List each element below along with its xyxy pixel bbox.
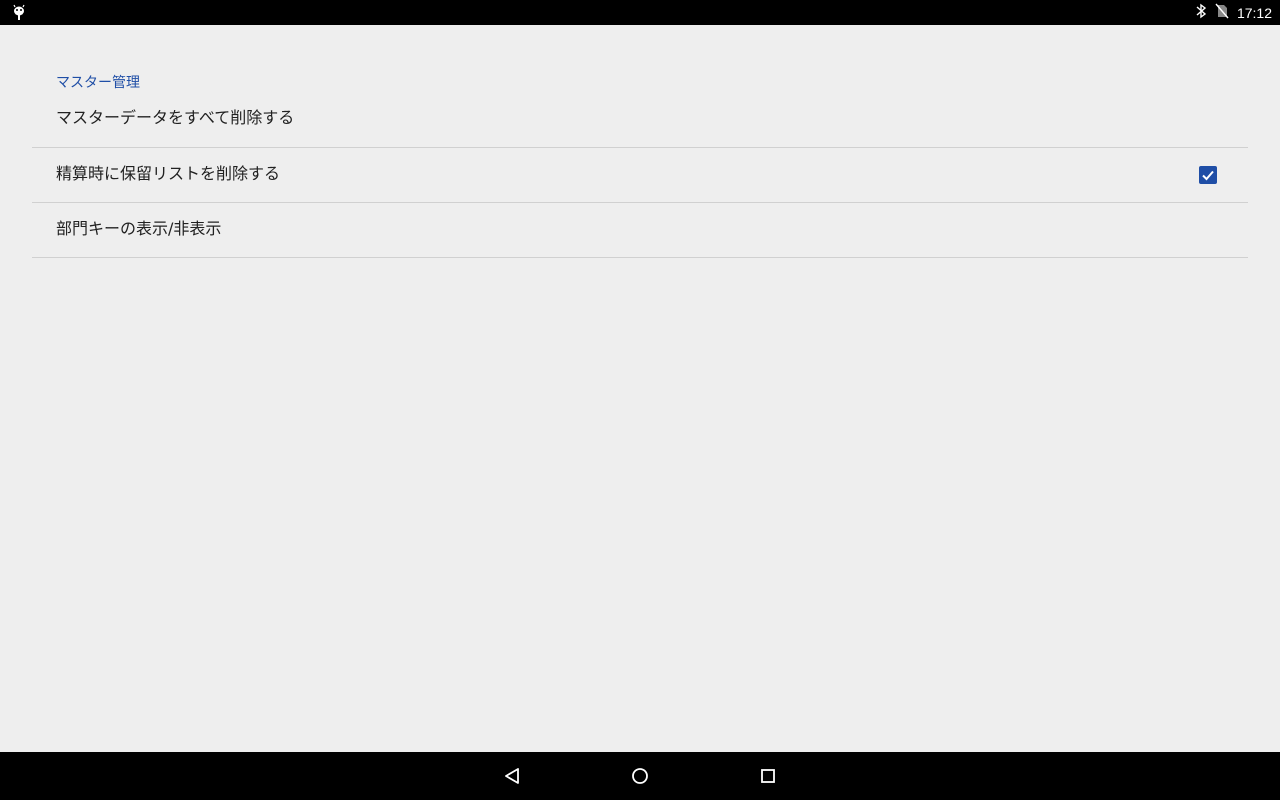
check-icon [1202,170,1214,181]
pref-delete-hold-list-on-checkout[interactable]: 精算時に保留リストを削除する [32,148,1248,202]
status-icons: 17:12 [1195,0,1272,25]
no-sim-icon [1215,3,1229,23]
category-title: マスター管理 [56,75,140,91]
recents-icon [761,769,775,783]
bluetooth-icon [1195,3,1207,23]
pref-label: 精算時に保留リストを削除する [56,164,281,183]
pref-label: マスターデータをすべて削除する [56,108,295,127]
home-icon [632,768,648,784]
home-button[interactable] [610,752,670,800]
pref-label: 部門キーの表示/非表示 [56,219,222,238]
back-icon [505,768,519,784]
status-bar: 17:12 [0,0,1280,25]
recents-button[interactable] [738,752,798,800]
back-button[interactable] [482,752,542,800]
checkbox-checked[interactable] [1199,166,1217,184]
navigation-bar [0,752,1280,800]
pref-department-key-visibility[interactable]: 部門キーの表示/非表示 [32,203,1248,257]
settings-screen: マスター管理 マスターデータをすべて削除する 精算時に保留リストを削除する 部門… [0,25,1280,752]
status-time: 17:12 [1236,4,1272,21]
divider [32,257,1248,258]
pref-delete-all-master-data[interactable]: マスターデータをすべて削除する [32,100,1248,148]
android-debug-icon [10,3,28,22]
